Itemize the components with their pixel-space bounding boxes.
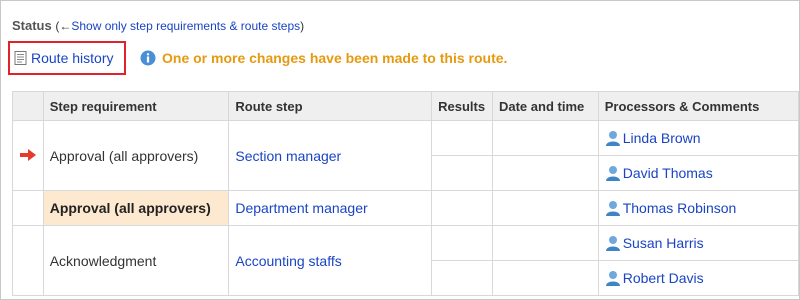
processor-name: David Thomas	[622, 165, 713, 181]
step-requirement-cell: Acknowledgment	[42, 225, 230, 296]
marker-cell	[12, 225, 44, 296]
date-time-cell	[491, 155, 599, 191]
processor-link[interactable]: Robert Davis	[605, 270, 798, 287]
date-time-cell	[491, 225, 599, 261]
header-date-time: Date and time	[491, 91, 599, 121]
route-step-cell: Department manager	[228, 190, 433, 226]
show-only-steps-link[interactable]: Show only step requirements & route step…	[71, 19, 300, 33]
route-changed-message: One or more changes have been made to th…	[162, 50, 508, 66]
status-paren-open: (←	[55, 19, 72, 33]
processor-link[interactable]: Thomas Robinson	[605, 200, 798, 217]
user-icon	[605, 235, 621, 252]
processor-name: Thomas Robinson	[622, 200, 737, 216]
route-step-link[interactable]: Department manager	[235, 200, 367, 216]
processor-cell: David Thomas	[597, 155, 799, 191]
processor-link[interactable]: Susan Harris	[605, 235, 798, 252]
route-status-panel: Status (←Show only step requirements & r…	[0, 0, 800, 300]
step-requirement-cell: Approval (all approvers)	[42, 120, 230, 191]
table-header-row: Step requirement Route step Results Date…	[12, 91, 799, 121]
header-step-requirement: Step requirement	[42, 91, 230, 121]
processor-cell: Robert Davis	[597, 260, 799, 296]
header-results: Results	[431, 91, 493, 121]
results-cell	[431, 155, 493, 191]
route-step-link[interactable]: Accounting staffs	[235, 253, 341, 269]
date-time-cell	[491, 120, 599, 156]
status-header: Status (←Show only step requirements & r…	[12, 18, 304, 33]
route-step-cell: Accounting staffs	[228, 225, 433, 296]
processor-name: Susan Harris	[622, 235, 704, 251]
document-icon	[14, 51, 27, 65]
processor-cell: Susan Harris	[597, 225, 799, 261]
step-requirement-cell-current: Approval (all approvers)	[42, 190, 230, 226]
processor-cell: Thomas Robinson	[597, 190, 799, 226]
route-changed-notice: One or more changes have been made to th…	[140, 50, 507, 66]
header-marker	[12, 91, 44, 121]
route-step-cell: Section manager	[228, 120, 433, 191]
results-cell	[431, 260, 493, 296]
processor-link[interactable]: David Thomas	[605, 165, 798, 182]
user-icon	[605, 130, 621, 147]
marker-cell	[12, 190, 44, 226]
results-cell	[431, 225, 493, 261]
table-row: Acknowledgment Accounting staffs Susan H…	[12, 225, 799, 296]
date-time-cell	[491, 190, 599, 226]
route-steps-table: Step requirement Route step Results Date…	[12, 91, 799, 296]
header-processors-comments: Processors & Comments	[597, 91, 799, 121]
header-route-step: Route step	[228, 91, 433, 121]
results-cell	[431, 120, 493, 156]
info-icon	[140, 50, 156, 66]
route-history-label: Route history	[31, 50, 114, 66]
status-title: Status	[12, 18, 52, 33]
current-step-marker	[12, 120, 44, 191]
results-cell	[431, 190, 493, 226]
date-time-cell	[491, 260, 599, 296]
processor-name: Robert Davis	[622, 270, 704, 286]
user-icon	[605, 200, 621, 217]
table-row: Approval (all approvers) Section manager…	[12, 120, 799, 191]
processor-name: Linda Brown	[622, 130, 701, 146]
table-row: Approval (all approvers) Department mana…	[12, 190, 799, 226]
processor-link[interactable]: Linda Brown	[605, 130, 798, 147]
arrow-right-icon	[19, 148, 36, 164]
status-paren-close: )	[300, 19, 305, 33]
user-icon	[605, 270, 621, 287]
user-icon	[605, 165, 621, 182]
route-history-button[interactable]: Route history	[8, 41, 126, 75]
processor-cell: Linda Brown	[597, 120, 799, 156]
route-step-link[interactable]: Section manager	[235, 148, 341, 164]
